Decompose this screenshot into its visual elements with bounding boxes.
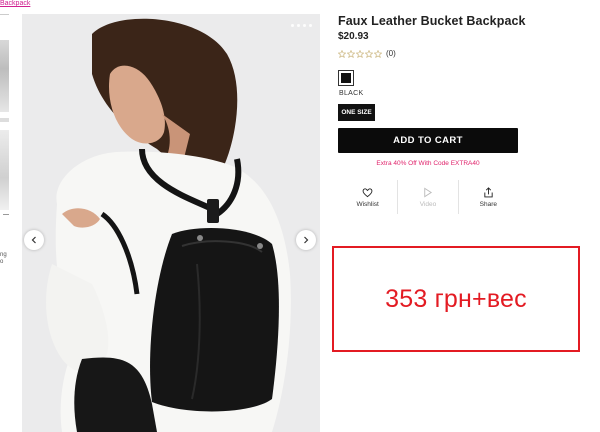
star-icon bbox=[356, 49, 364, 58]
thumbnail-1[interactable] bbox=[0, 14, 9, 32]
product-actions: Wishlist Video Share bbox=[338, 180, 518, 214]
share-button[interactable]: Share bbox=[457, 180, 518, 214]
thumbnail-2[interactable] bbox=[0, 40, 9, 112]
heart-icon bbox=[362, 187, 373, 197]
chevron-right-icon bbox=[304, 236, 309, 244]
breadcrumb-link[interactable]: Backpack bbox=[0, 0, 30, 8]
star-rating bbox=[338, 49, 382, 58]
share-icon bbox=[484, 186, 493, 197]
promo-text: Extra 40% Off With Code EXTRA40 bbox=[376, 160, 480, 167]
add-to-cart-button[interactable]: ADD TO CART bbox=[338, 128, 518, 153]
prev-image-button[interactable] bbox=[24, 230, 44, 250]
wishlist-button[interactable]: Wishlist bbox=[338, 180, 397, 214]
star-icon bbox=[374, 49, 382, 58]
product-price: $20.93 bbox=[338, 31, 369, 42]
price-annotation-text: 353 грн+вес bbox=[385, 284, 527, 313]
product-photo bbox=[22, 14, 320, 432]
next-image-button[interactable] bbox=[296, 230, 316, 250]
star-icon bbox=[347, 49, 355, 58]
video-button[interactable]: Video bbox=[397, 180, 457, 214]
price-annotation-box: 353 грн+вес bbox=[332, 246, 580, 352]
product-image bbox=[22, 14, 320, 432]
star-icon bbox=[338, 49, 346, 58]
product-rating[interactable]: (0) bbox=[338, 49, 396, 58]
share-label: Share bbox=[479, 200, 497, 208]
wishlist-label: Wishlist bbox=[356, 200, 379, 208]
left-text-snippet: ng bbox=[0, 252, 7, 258]
selected-color-label: BLACK bbox=[339, 90, 364, 97]
star-icon bbox=[365, 49, 373, 58]
size-option-one-size[interactable]: ONE SIZE bbox=[338, 104, 375, 121]
play-icon bbox=[424, 187, 433, 197]
color-swatch-black[interactable] bbox=[338, 70, 354, 86]
thumbnail-3[interactable] bbox=[0, 130, 9, 210]
left-text-snippet-2: o bbox=[0, 259, 4, 265]
left-divider bbox=[3, 214, 9, 215]
product-title: Faux Leather Bucket Backpack bbox=[338, 14, 526, 28]
review-count: (0) bbox=[386, 49, 396, 58]
chevron-left-icon bbox=[31, 236, 36, 244]
image-pagination-dots bbox=[291, 24, 312, 27]
video-label: Video bbox=[419, 200, 437, 208]
thumbnail-divider bbox=[0, 118, 9, 122]
